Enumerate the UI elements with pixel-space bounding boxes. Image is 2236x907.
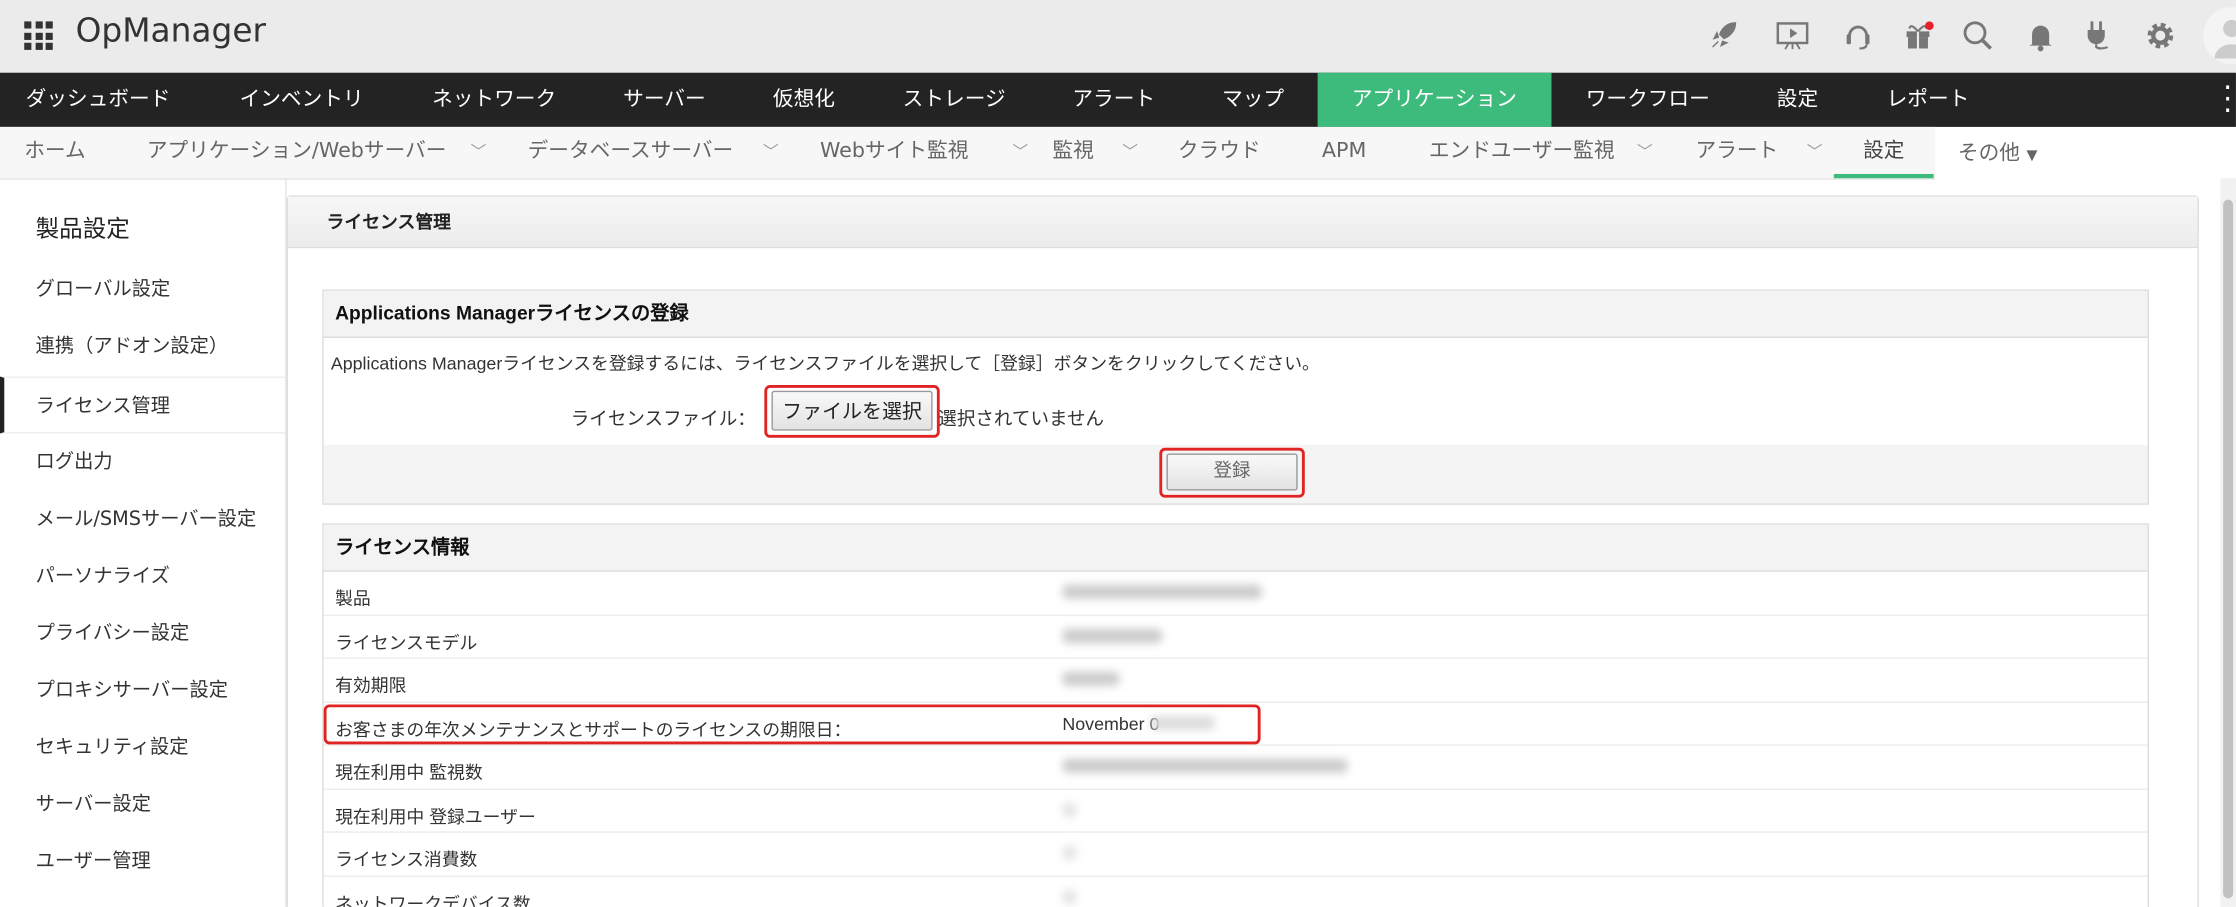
gear-icon[interactable]: [2142, 17, 2179, 54]
info-row-monitors: 現在利用中 監視数: [323, 746, 2148, 790]
info-row-product: 製品: [323, 572, 2148, 616]
maintenance-expiry-value: November 0: [1062, 713, 1160, 734]
redacted-value: [1062, 584, 1263, 599]
info-row-maintenance-expiry: お客さまの年次メンテナンスとサポートのライセンスの期限日： November 0: [323, 702, 2148, 746]
file-row: ライセンスファイル： ファイルを選択 選択されていません: [324, 385, 2148, 445]
subnav-database-servers[interactable]: データベースサーバー: [528, 127, 734, 178]
license-panel: ライセンス管理 Applications Managerライセンスの登録 App…: [286, 195, 2199, 907]
register-description: Applications Managerライセンスを登録するには、ライセンスファ…: [330, 353, 1320, 374]
more-vertical-icon[interactable]: · · ·: [2223, 73, 2232, 124]
license-info-section: ライセンス情報 製品 ライセンスモデル 有効期限 お客さまの年次メンテナンスとサ…: [322, 523, 2149, 907]
info-label: 現在利用中 監視数: [335, 762, 483, 783]
bell-icon[interactable]: [2022, 17, 2059, 54]
subnav-cloud[interactable]: クラウド: [1178, 127, 1261, 178]
nav-reports[interactable]: レポート: [1887, 73, 1970, 127]
nav-workflow[interactable]: ワークフロー: [1586, 73, 1710, 127]
nav-alerts[interactable]: アラート: [1072, 73, 1155, 127]
info-row-network-devices: ネットワークデバイス数: [324, 876, 2148, 907]
rocket-icon[interactable]: [1705, 17, 1742, 54]
search-icon[interactable]: [1959, 17, 1996, 54]
info-label: ライセンス消費数: [335, 849, 478, 870]
subnav-website-monitoring[interactable]: Webサイト監視: [820, 127, 968, 178]
chevron-down-icon[interactable]: ﹀: [1012, 140, 1028, 163]
top-bar: OpManager: [0, 0, 2236, 73]
redacted-value: [1062, 758, 1348, 773]
sidebar-item-global-settings[interactable]: グローバル設定: [0, 261, 285, 318]
subnav-more[interactable]: その他 ▼: [1958, 130, 2038, 181]
nav-servers[interactable]: サーバー: [623, 73, 706, 127]
subnav-apm[interactable]: APM: [1322, 127, 1366, 178]
info-label: 現在利用中 登録ユーザー: [335, 806, 536, 827]
chevron-down-icon[interactable]: ﹀: [763, 140, 779, 163]
plug-icon[interactable]: [2079, 17, 2116, 54]
subnav-alerts[interactable]: アラート: [1696, 127, 1779, 178]
info-row-license-model: ライセンスモデル: [323, 615, 2148, 659]
register-footer: 登録: [323, 444, 2148, 504]
nav-virtualization[interactable]: 仮想化: [773, 73, 835, 127]
redacted-value: [1062, 845, 1077, 860]
subnav-settings[interactable]: 設定: [1833, 127, 1934, 179]
presentation-icon[interactable]: [1771, 17, 1814, 54]
no-file-text: 選択されていません: [938, 407, 1105, 430]
sub-nav: ホーム アプリケーション/Webサーバー ﹀ データベースサーバー ﹀ Webサ…: [0, 126, 1936, 180]
redacted-value: [1062, 802, 1077, 817]
chevron-down-icon[interactable]: ﹀: [1122, 140, 1138, 163]
info-row-users: 現在利用中 登録ユーザー: [323, 789, 2148, 833]
scrollbar-thumb[interactable]: [2223, 199, 2234, 899]
headset-icon[interactable]: [1840, 17, 1877, 54]
nav-applications[interactable]: アプリケーション: [1317, 72, 1552, 127]
redacted-value: [1062, 671, 1120, 686]
sidebar-title: 製品設定: [35, 215, 130, 243]
file-label: ライセンスファイル：: [570, 407, 756, 430]
nav-storage[interactable]: ストレージ: [903, 73, 1006, 127]
caret-down-icon: ▼: [2026, 148, 2038, 164]
sidebar-item-privacy[interactable]: プライバシー設定: [0, 605, 285, 662]
info-label: ネットワークデバイス数: [335, 893, 531, 907]
nav-settings[interactable]: 設定: [1777, 73, 1818, 127]
main-nav: ダッシュボード インベントリ ネットワーク サーバー 仮想化 ストレージ アラー…: [0, 72, 2236, 127]
nav-network[interactable]: ネットワーク: [432, 73, 556, 127]
info-label: 製品: [335, 588, 371, 609]
sidebar-item-server[interactable]: サーバー設定: [0, 776, 285, 833]
register-button[interactable]: 登録: [1166, 453, 1298, 491]
info-title: ライセンス情報: [323, 524, 2148, 572]
info-label: 有効期限: [335, 675, 407, 696]
gift-icon[interactable]: [1899, 17, 1936, 54]
sidebar-item-security[interactable]: セキュリティ設定: [0, 719, 285, 776]
subnav-monitors[interactable]: 監視: [1052, 127, 1093, 178]
sidebar-item-users[interactable]: ユーザー管理: [0, 833, 285, 890]
sidebar-item-integrations[interactable]: 連携（アドオン設定）: [0, 318, 285, 375]
subnav-home[interactable]: ホーム: [24, 127, 85, 178]
redacted-value: [1062, 628, 1163, 643]
sidebar-item-license[interactable]: ライセンス管理: [0, 376, 286, 434]
choose-file-button[interactable]: ファイルを選択: [771, 390, 933, 431]
subnav-app-web-servers[interactable]: アプリケーション/Webサーバー: [147, 127, 447, 178]
redacted-value: [1150, 715, 1215, 730]
app-grid-icon[interactable]: [24, 21, 53, 50]
page-title: ライセンス管理: [288, 196, 2198, 249]
sidebar-item-personalize[interactable]: パーソナライズ: [0, 548, 285, 605]
sidebar: 製品設定 グローバル設定 連携（アドオン設定） ライセンス管理 ログ出力 メール…: [0, 178, 287, 907]
sidebar-item-mail-sms[interactable]: メール/SMSサーバー設定: [0, 491, 285, 548]
avatar-icon[interactable]: [2203, 7, 2236, 65]
app-title: OpManager: [75, 12, 266, 50]
subnav-end-user-monitoring[interactable]: エンドユーザー監視: [1429, 127, 1615, 178]
license-register-section: Applications Managerライセンスの登録 Application…: [322, 289, 2149, 505]
sidebar-item-log-output[interactable]: ログ出力: [0, 434, 285, 491]
register-title: Applications Managerライセンスの登録: [323, 290, 2148, 338]
nav-maps[interactable]: マップ: [1222, 73, 1284, 127]
sidebar-item-proxy[interactable]: プロキシサーバー設定: [0, 662, 285, 719]
nav-inventory[interactable]: インベントリ: [240, 73, 364, 127]
info-row-expiry: 有効期限: [323, 659, 2148, 703]
chevron-down-icon[interactable]: ﹀: [1807, 140, 1823, 163]
info-label: お客さまの年次メンテナンスとサポートのライセンスの期限日：: [335, 719, 852, 740]
nav-dashboard[interactable]: ダッシュボード: [26, 73, 171, 127]
redacted-value: [1062, 889, 1077, 904]
info-label: ライセンスモデル: [335, 632, 478, 653]
chevron-down-icon[interactable]: ﹀: [471, 140, 487, 163]
page-scrollbar[interactable]: [2220, 178, 2236, 907]
chevron-down-icon[interactable]: ﹀: [1637, 140, 1653, 163]
subnav-more-label: その他: [1957, 142, 2020, 166]
info-row-license-consumption: ライセンス消費数: [323, 833, 2148, 877]
